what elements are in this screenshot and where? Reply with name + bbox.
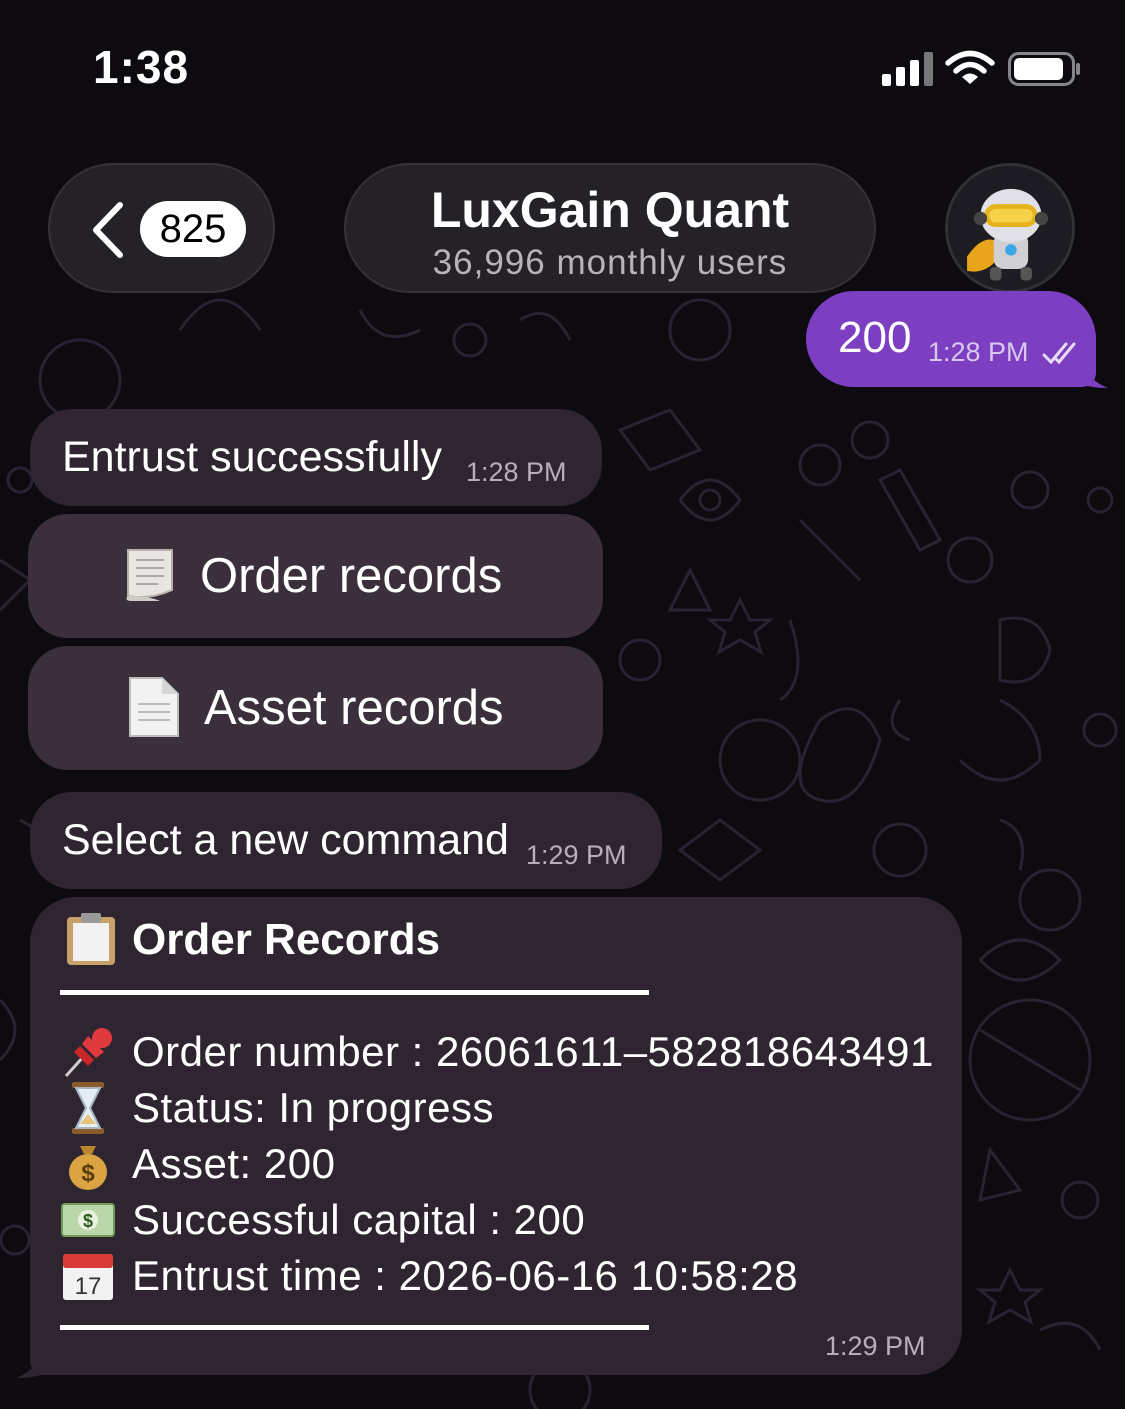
card-title: Order Records (132, 915, 441, 964)
status-row: Status: In progress (60, 1082, 940, 1136)
row-text: Entrust time : 2026-06-16 10:58:28 (132, 1252, 799, 1299)
row-text: Successful capital : 200 (132, 1196, 586, 1243)
entrust-time-row: 17 Entrust time : 2026-06-16 10:58:28 (60, 1252, 940, 1304)
chat-subtitle: 36,996 monthly users (432, 243, 788, 282)
money-bag-icon: $ (60, 1136, 116, 1192)
button-label: Asset records (204, 681, 504, 735)
cellular-signal-icon (882, 52, 934, 86)
successful-capital-row: $ Successful capital : 200 (60, 1196, 940, 1248)
pushpin-icon (60, 1024, 116, 1080)
divider (60, 1325, 649, 1330)
unread-count-badge: 825 (140, 201, 246, 257)
message-text: Entrust successfully (62, 433, 442, 481)
receipt-icon (120, 544, 180, 604)
chat-title: LuxGain Quant (430, 182, 790, 238)
row-text: Status: In progress (132, 1084, 495, 1131)
calendar-icon: 17 (60, 1248, 116, 1304)
robot-avatar-icon (948, 166, 1072, 290)
svg-text:$: $ (81, 1160, 95, 1187)
svg-text:17: 17 (75, 1273, 102, 1300)
message-time: 1:29 PM (825, 1331, 926, 1361)
wifi-icon (945, 50, 995, 86)
back-button[interactable]: 825 (48, 163, 275, 293)
status-bar: 1:38 (0, 0, 1125, 140)
status-time: 1:38 (93, 41, 190, 93)
chat-header[interactable]: LuxGain Quant 36,996 monthly users (344, 163, 876, 293)
double-check-icon (1042, 341, 1076, 365)
bot-avatar[interactable] (945, 163, 1075, 293)
divider (60, 990, 649, 995)
message-text: 200 (838, 313, 912, 362)
message-text: Select a new command (62, 816, 509, 864)
document-icon (124, 676, 182, 738)
button-label: Order records (200, 549, 503, 603)
message-time: 1:28 PM (928, 337, 1029, 367)
battery-icon (1008, 52, 1082, 86)
dollar-banknote-icon: $ (60, 1192, 116, 1248)
row-text: Order number : 26061611–582818643491 (132, 1028, 934, 1075)
incoming-message-entrust[interactable]: Entrust successfully 1:28 PM (30, 409, 602, 506)
asset-records-button[interactable]: Asset records (28, 646, 603, 770)
chevron-left-icon (90, 201, 124, 259)
clipboard-icon (64, 911, 118, 967)
message-time: 1:29 PM (526, 840, 627, 870)
order-records-button[interactable]: Order records (28, 514, 603, 638)
hourglass-icon (60, 1080, 116, 1136)
order-records-message[interactable]: Order Records Order number : 26061611–58… (30, 897, 962, 1375)
incoming-message-select-command[interactable]: Select a new command 1:29 PM (30, 792, 662, 889)
svg-text:$: $ (83, 1211, 93, 1231)
asset-row: $ Asset: 200 (60, 1140, 940, 1192)
order-number-row: Order number : 26061611–582818643491 (60, 1028, 940, 1080)
row-text: Asset: 200 (132, 1140, 336, 1187)
message-time: 1:28 PM (466, 457, 567, 487)
outgoing-message[interactable]: 200 1:28 PM (806, 291, 1096, 387)
